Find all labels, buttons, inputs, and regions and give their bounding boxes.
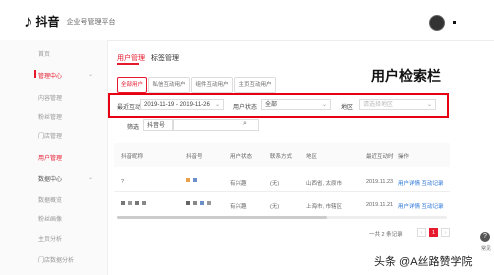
col-user-status: 用户状态: [230, 154, 253, 160]
sidebar-item-home[interactable]: 首页: [38, 49, 50, 58]
row1-contact: (无): [270, 181, 280, 187]
date-range-value: 2019-11-19 - 2019-11-26: [144, 102, 210, 108]
col-contact: 联系方式: [270, 154, 293, 160]
recent-interaction-label: 最近互动: [117, 105, 142, 111]
pagination-total: 一共 2 条记录: [369, 232, 403, 238]
sidebar-active-marker: [34, 70, 36, 78]
region-select[interactable]: 请选择地区 ⌄: [359, 99, 436, 110]
row2-region: 上海市, 市辖区: [306, 204, 343, 210]
row2-status: 有兴趣: [230, 204, 247, 210]
tab-user-management[interactable]: 用户管理: [117, 53, 145, 63]
region-placeholder: 请选择地区: [363, 102, 394, 108]
row1-actions-link[interactable]: 用户详情 互动记录: [398, 179, 444, 187]
douyin-logo[interactable]: ♪ 抖音 企业号管理平台: [24, 13, 116, 30]
filter-field-select[interactable]: 抖音号: [143, 119, 173, 131]
user-status-value: 全部: [265, 102, 278, 108]
row1-status: 有兴趣: [230, 181, 247, 187]
chevron-down-icon: ⌄: [321, 102, 327, 108]
sidebar-item-content[interactable]: 内容管理: [38, 93, 62, 102]
annotation-label: 用户检索栏: [371, 68, 441, 84]
col-douyin-id: 抖音号: [186, 154, 203, 160]
tab-tag-management[interactable]: 标签管理: [151, 53, 179, 63]
subtab-dm-users[interactable]: 私信互动用户: [148, 77, 190, 93]
chevron-down-icon: ⌄: [426, 102, 432, 108]
user-status-label: 用户状态: [233, 105, 258, 111]
row1-time: 2019.11.23: [366, 179, 394, 185]
pagination-page-1[interactable]: 1: [429, 228, 438, 237]
sidebar-item-users[interactable]: 用户管理: [38, 153, 62, 162]
sidebar: 首页 管理中心 ⌄ 内容管理 粉丝管理 门店管理 用户管理 数据中心 ⌄ 数据概…: [0, 40, 108, 275]
subtab-all-users[interactable]: 全部用户: [117, 77, 147, 93]
sidebar-group-management[interactable]: 管理中心: [38, 71, 62, 80]
chevron-down-icon[interactable]: ⌄: [88, 174, 93, 181]
sidebar-item-fans[interactable]: 粉丝管理: [38, 112, 62, 121]
col-region: 地区: [306, 154, 318, 160]
sidebar-item-data-overview[interactable]: 数据概览: [38, 195, 62, 204]
pagination-next-button[interactable]: ›: [441, 228, 450, 237]
help-label: 常见: [481, 246, 492, 252]
col-nickname: 抖音昵称: [121, 154, 144, 160]
sidebar-item-homepage-analysis[interactable]: 主页分析: [38, 234, 62, 243]
date-range-picker[interactable]: 2019-11-19 - 2019-11-26 ⌄: [140, 99, 224, 110]
col-last-interaction: 最近互动时: [366, 154, 394, 160]
logo-text: 抖音: [35, 15, 60, 29]
col-actions: 操作: [398, 154, 410, 160]
chevron-down-icon: ⌄: [214, 102, 220, 108]
row1-nickname: ?: [121, 179, 125, 185]
subtab-component-users[interactable]: 组件互动用户: [191, 77, 233, 93]
filter-field-value: 抖音号: [147, 123, 166, 129]
sidebar-item-store-analysis[interactable]: 门店数据分析: [38, 255, 74, 264]
douyin-note-icon: ♪: [24, 11, 33, 31]
search-icon[interactable]: ⌕: [243, 120, 247, 128]
row2-nickname-redacted: [121, 201, 146, 205]
sidebar-group-data[interactable]: 数据中心: [38, 174, 62, 183]
sidebar-item-fan-profile[interactable]: 粉丝画像: [38, 214, 62, 223]
account-menu-dot[interactable]: [453, 21, 456, 24]
row2-contact: (无): [270, 204, 280, 210]
scrollbar-thumb[interactable]: [117, 216, 327, 219]
row2-actions-link[interactable]: 用户详情 互动记录: [398, 202, 444, 210]
row-divider: [114, 191, 450, 192]
user-avatar[interactable]: [429, 15, 445, 31]
pagination-prev-button[interactable]: ‹: [417, 228, 426, 237]
active-tab-underline: [117, 63, 139, 65]
chevron-down-icon[interactable]: ⌄: [88, 71, 93, 78]
row2-douyin-id-redacted: [186, 201, 211, 205]
top-bar: ♪ 抖音 企业号管理平台: [0, 0, 494, 41]
row1-region: 山西省, 太原市: [306, 181, 343, 187]
platform-subtitle: 企业号管理平台: [66, 18, 116, 26]
user-status-select[interactable]: 全部 ⌄: [261, 99, 331, 110]
region-label: 地区: [341, 105, 354, 111]
watermark: 头条 @A丝路赞学院: [374, 256, 473, 268]
row1-douyin-id-redacted: [186, 178, 197, 182]
subtab-homepage-users[interactable]: 主页互动用户: [234, 77, 276, 93]
sidebar-item-stores[interactable]: 门店管理: [38, 131, 62, 140]
filter-label: 筛选: [127, 125, 140, 131]
row2-time: 2019.11.21: [366, 202, 394, 208]
help-icon[interactable]: ?: [480, 232, 490, 242]
